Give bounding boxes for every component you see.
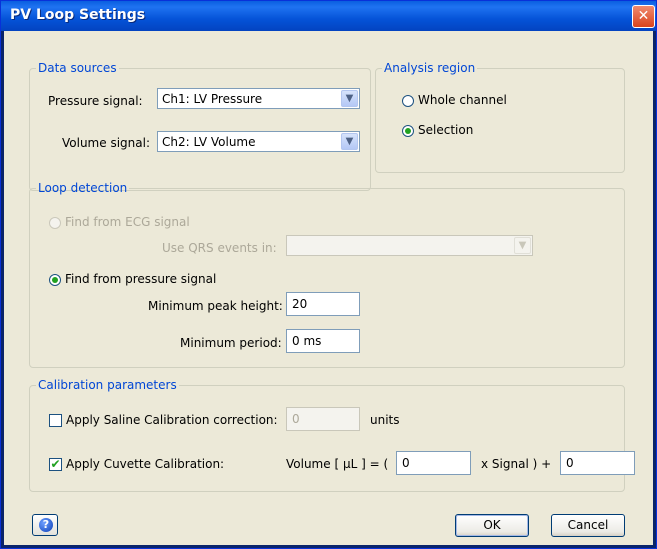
- data-sources-legend: Data sources: [38, 61, 117, 75]
- min-period-input[interactable]: 0 ms: [286, 329, 360, 353]
- cuvette-offset-input[interactable]: 0: [560, 451, 635, 475]
- whole-channel-label[interactable]: Whole channel: [418, 93, 507, 107]
- help-icon: ?: [39, 518, 53, 532]
- analysis-region-group: Analysis region: [375, 61, 625, 173]
- volume-signal-label: Volume signal:: [62, 136, 150, 150]
- close-icon: ✕: [637, 8, 650, 24]
- min-peak-height-input[interactable]: 20: [286, 292, 360, 316]
- formula-prefix-label: Volume [ µL ] = (: [286, 457, 389, 471]
- close-button[interactable]: ✕: [632, 5, 655, 28]
- saline-calibration-checkbox[interactable]: [49, 414, 62, 427]
- cuvette-coefficient-input[interactable]: 0: [396, 451, 471, 475]
- calibration-legend: Calibration parameters: [38, 378, 177, 392]
- dialog-title: PV Loop Settings: [10, 7, 146, 23]
- loop-detection-legend: Loop detection: [38, 181, 128, 195]
- cuvette-calibration-label[interactable]: Apply Cuvette Calibration:: [66, 457, 224, 471]
- dialog-body: Data sources Pressure signal: Ch1: LV Pr…: [4, 31, 653, 545]
- chevron-down-icon[interactable]: ▼: [341, 133, 358, 150]
- data-sources-group: Data sources: [29, 61, 371, 191]
- pressure-signal-option-label[interactable]: Find from pressure signal: [65, 272, 216, 286]
- ecg-signal-label[interactable]: Find from ECG signal: [65, 215, 190, 229]
- volume-signal-select[interactable]: Ch2: LV Volume ▼: [157, 131, 360, 152]
- pv-loop-settings-dialog: PV Loop Settings ✕ Data sources Pressure…: [0, 0, 657, 549]
- cuvette-calibration-checkbox[interactable]: ✔: [49, 458, 62, 471]
- volume-signal-value: Ch2: LV Volume: [162, 135, 256, 149]
- analysis-region-legend: Analysis region: [384, 61, 476, 75]
- calibration-group: Calibration parameters: [29, 378, 625, 492]
- saline-calibration-label[interactable]: Apply Saline Calibration correction:: [66, 413, 278, 427]
- pressure-signal-value: Ch1: LV Pressure: [162, 92, 263, 106]
- cancel-button[interactable]: Cancel: [551, 514, 625, 537]
- min-period-label: Minimum period:: [180, 336, 282, 350]
- whole-channel-radio[interactable]: [402, 95, 414, 107]
- title-bar[interactable]: PV Loop Settings ✕: [1, 1, 656, 31]
- selection-radio[interactable]: [402, 125, 414, 137]
- help-button[interactable]: ?: [32, 514, 58, 536]
- ecg-signal-radio[interactable]: [49, 217, 61, 229]
- qrs-events-select[interactable]: ▼: [286, 235, 533, 256]
- chevron-down-icon[interactable]: ▼: [514, 237, 531, 254]
- selection-label[interactable]: Selection: [418, 123, 473, 137]
- pressure-signal-radio[interactable]: [49, 274, 61, 286]
- pressure-signal-label: Pressure signal:: [48, 94, 143, 108]
- saline-calibration-input[interactable]: 0: [286, 407, 360, 431]
- ok-button[interactable]: OK: [455, 514, 529, 537]
- chevron-down-icon[interactable]: ▼: [341, 90, 358, 107]
- pressure-signal-select[interactable]: Ch1: LV Pressure ▼: [157, 88, 360, 109]
- checkmark-icon: ✔: [50, 457, 61, 471]
- saline-units-label: units: [370, 413, 400, 427]
- formula-mid-label: x Signal ) +: [481, 457, 552, 471]
- min-peak-height-label: Minimum peak height:: [148, 299, 283, 313]
- qrs-events-label: Use QRS events in:: [162, 241, 277, 255]
